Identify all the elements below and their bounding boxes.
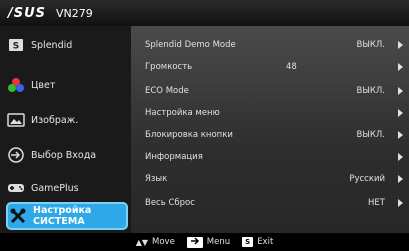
sidebar-item-label: Настройка СИСТЕМА: [33, 205, 92, 227]
sidebar-item-gameplus[interactable]: GamePlus: [6, 173, 128, 203]
svg-text:S: S: [13, 42, 19, 52]
menu-row-language[interactable]: Язык Русский: [131, 170, 409, 190]
exit-label: Exit: [257, 237, 274, 247]
image-icon: [6, 110, 26, 130]
chevron-right-icon: [398, 131, 403, 139]
menu-row-label: Язык: [145, 174, 168, 184]
menu-row-value: ВЫКЛ.: [356, 86, 385, 96]
sidebar-item-input-select[interactable]: Выбор Входа: [6, 140, 128, 170]
menu-row-label: Splendid Demo Mode: [145, 40, 236, 50]
exit-hint: S Exit: [242, 237, 273, 247]
move-label: Move: [152, 237, 175, 247]
menu-row-information[interactable]: Информация: [131, 148, 409, 168]
sidebar: S Splendid Цвет Изображ. Выбор Входа Gam…: [0, 26, 131, 233]
move-hint: ▲▼ Move: [136, 237, 175, 247]
menu-row-label: Весь Сброс: [145, 198, 195, 208]
sidebar-item-splendid[interactable]: S Splendid: [6, 30, 128, 60]
sidebar-item-image[interactable]: Изображ.: [6, 105, 128, 135]
menu-row-value: 48: [286, 62, 297, 72]
gameplus-icon: [6, 178, 26, 198]
exit-key-icon: S: [242, 237, 254, 247]
sidebar-item-label: Изображ.: [31, 114, 79, 126]
menu-hint: Menu: [186, 236, 231, 248]
sidebar-item-label: Выбор Входа: [31, 149, 97, 161]
model-name: VN279: [56, 6, 93, 20]
chevron-right-icon: [398, 153, 403, 161]
menu-row-label: Информация: [145, 152, 203, 162]
menu-key-icon: [186, 236, 203, 248]
sidebar-item-label: Splendid: [31, 39, 73, 51]
menu-row-label: Громкость: [145, 62, 193, 72]
menu-row-key-lock[interactable]: Блокировка кнопки ВЫКЛ.: [131, 126, 409, 146]
system-setup-icon: [8, 206, 28, 226]
menu-label: Menu: [206, 237, 231, 247]
chevron-right-icon: [398, 175, 403, 183]
move-arrows-icon: ▲▼: [135, 237, 148, 247]
menu-row-value: ВЫКЛ.: [356, 130, 385, 140]
menu-row-label: Настройка меню: [145, 108, 220, 118]
menu-row-volume[interactable]: Громкость 48: [131, 58, 409, 78]
sidebar-item-system-setup[interactable]: Настройка СИСТЕМА: [6, 202, 128, 230]
menu-row-label: ECO Mode: [145, 86, 189, 96]
chevron-right-icon: [398, 199, 403, 207]
menu-row-value: НЕТ: [368, 198, 385, 208]
menu-row-osd-setup[interactable]: Настройка меню: [131, 104, 409, 124]
title-bar: /SUS VN279: [0, 0, 409, 26]
sidebar-item-label: GamePlus: [31, 182, 79, 194]
sidebar-item-label: Цвет: [31, 79, 56, 91]
sidebar-item-color[interactable]: Цвет: [6, 70, 128, 100]
menu-panel: Splendid Demo Mode ВЫКЛ. Громкость 48 EC…: [131, 26, 409, 233]
chevron-right-icon: [398, 87, 403, 95]
menu-row-label: Блокировка кнопки: [145, 130, 233, 140]
chevron-right-icon: [398, 41, 403, 49]
menu-row-eco-mode[interactable]: ECO Mode ВЫКЛ.: [131, 82, 409, 102]
splendid-icon: S: [6, 35, 26, 55]
osd-menu: /SUS VN279 S Splendid Цвет Изображ. Выбо…: [0, 0, 409, 251]
menu-row-value: Русский: [349, 174, 385, 184]
input-select-icon: [6, 145, 26, 165]
chevron-right-icon: [398, 63, 403, 71]
menu-row-value: ВЫКЛ.: [356, 40, 385, 50]
menu-row-splendid-demo-mode[interactable]: Splendid Demo Mode ВЫКЛ.: [131, 36, 409, 56]
color-icon: [6, 75, 26, 95]
brand-logo: /SUS: [8, 5, 47, 21]
menu-row-all-reset[interactable]: Весь Сброс НЕТ: [131, 194, 409, 214]
chevron-right-icon: [398, 109, 403, 117]
key-guide-bar: ▲▼ Move Menu S Exit: [0, 233, 409, 251]
